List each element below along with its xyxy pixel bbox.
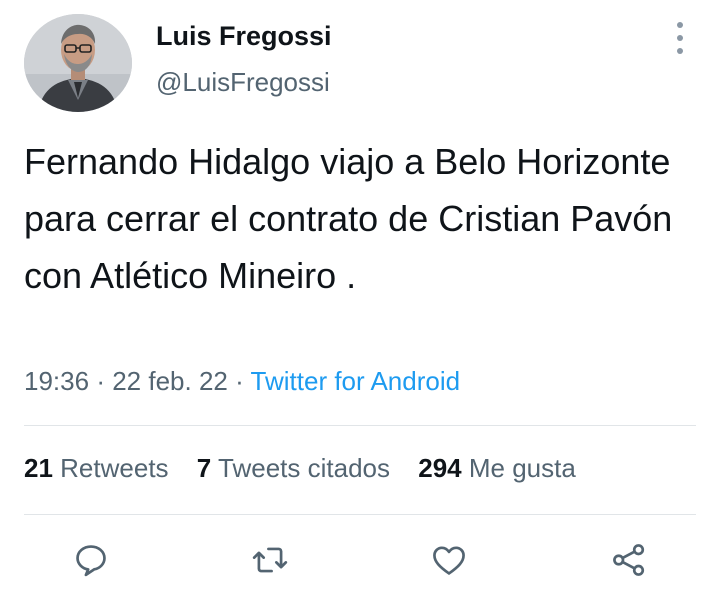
tweet-card: Luis Fregossi @LuisFregossi Fernando Hid… (0, 0, 720, 605)
divider (24, 425, 696, 426)
author-handle[interactable]: @LuisFregossi (156, 67, 330, 98)
retweets-stat[interactable]: 21 Retweets (24, 453, 169, 483)
tweet-time[interactable]: 19:36 (24, 366, 89, 396)
quotes-label: Tweets citados (218, 453, 390, 483)
more-dot (677, 48, 683, 54)
avatar-photo (24, 14, 132, 112)
divider (24, 514, 696, 515)
retweets-label: Retweets (60, 453, 169, 483)
share-button[interactable] (607, 538, 651, 582)
meta-separator: · (96, 366, 105, 396)
like-button[interactable] (427, 538, 471, 582)
heart-icon (433, 546, 465, 575)
meta-separator: · (235, 366, 244, 396)
retweet-icon (252, 547, 288, 573)
share-icon (613, 544, 645, 576)
tweet-date[interactable]: 22 feb. 22 (112, 366, 228, 396)
likes-count: 294 (418, 453, 462, 483)
tweet-meta: 19:36 · 22 feb. 22 · Twitter for Android (24, 366, 460, 397)
tweet-source-link[interactable]: Twitter for Android (251, 366, 461, 396)
tweet-text: Fernando Hidalgo viajo a Belo Horizonte … (24, 141, 673, 296)
retweet-button[interactable] (248, 538, 292, 582)
more-dot (677, 22, 683, 28)
more-dot (677, 35, 683, 41)
retweets-count: 21 (24, 453, 53, 483)
engagement-stats: 21 Retweets 7 Tweets citados 294 Me gust… (24, 453, 597, 484)
reply-button[interactable] (69, 538, 113, 582)
quotes-stat[interactable]: 7 Tweets citados (197, 453, 390, 483)
quotes-count: 7 (196, 453, 212, 483)
likes-label: Me gusta (468, 453, 576, 483)
reply-icon (76, 545, 106, 577)
likes-stat[interactable]: 294 Me gusta (418, 453, 576, 483)
action-bar (0, 538, 720, 588)
author-name[interactable]: Luis Fregossi (156, 21, 332, 52)
avatar[interactable] (24, 14, 132, 112)
more-options-icon[interactable] (672, 22, 688, 54)
